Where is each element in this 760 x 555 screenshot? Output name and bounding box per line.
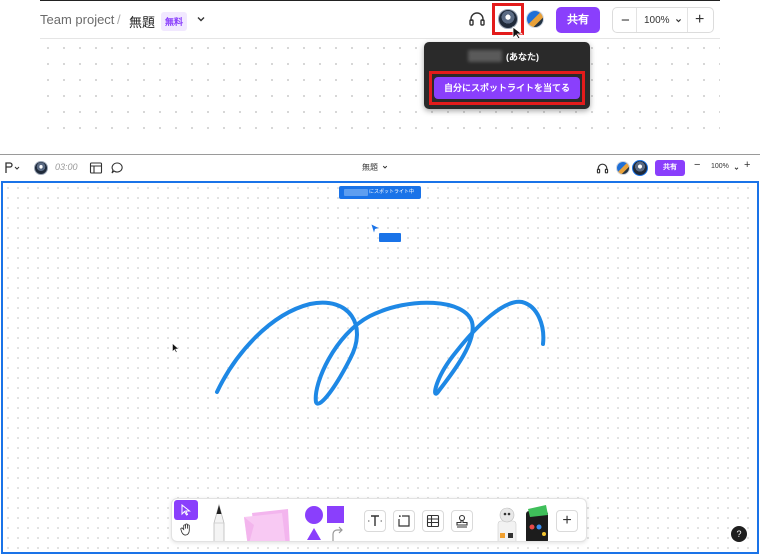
you-label: (あなた) bbox=[506, 52, 539, 62]
drawn-stroke-layer bbox=[215, 299, 546, 406]
file-title[interactable]: 無題 bbox=[129, 12, 155, 31]
whiteboard-app: 03:00 無題 共有 − 100% + にスポットライト中 + ? bbox=[0, 154, 760, 555]
more-tools-button[interactable]: + bbox=[556, 510, 578, 532]
table-icon bbox=[426, 514, 440, 528]
header-divider bbox=[40, 38, 720, 39]
breadcrumb-separator: / bbox=[117, 12, 121, 27]
divider bbox=[40, 0, 720, 1]
creation-toolbar: + bbox=[171, 498, 587, 542]
divider bbox=[636, 8, 637, 32]
zoom-in-button[interactable]: + bbox=[695, 11, 704, 29]
table-tool-button[interactable] bbox=[422, 510, 444, 532]
text-icon bbox=[368, 515, 382, 526]
zoom-control: − 100% + bbox=[612, 7, 714, 33]
share-button[interactable]: 共有 bbox=[556, 7, 600, 33]
cursor-icon bbox=[181, 504, 191, 516]
plan-badge: 無料 bbox=[161, 12, 188, 31]
help-button[interactable]: ? bbox=[731, 526, 747, 542]
sticky-note-tool-button[interactable] bbox=[242, 503, 294, 542]
divider bbox=[687, 8, 688, 32]
user-popup: (あなた) 自分にスポットライトを当てる bbox=[424, 42, 590, 109]
team-breadcrumb[interactable]: Team project bbox=[40, 12, 114, 27]
blurred-username bbox=[468, 50, 502, 62]
spotlight-me-button[interactable]: 自分にスポットライトを当てる bbox=[434, 77, 580, 99]
zoom-level[interactable]: 100% bbox=[644, 15, 670, 26]
shapes-tool-button[interactable] bbox=[302, 503, 350, 542]
hand-icon[interactable] bbox=[180, 523, 193, 536]
text-tool-button[interactable] bbox=[364, 510, 386, 532]
stamp-tool-button[interactable] bbox=[451, 510, 473, 532]
canvas-grid bbox=[40, 40, 720, 140]
zoomed-header-capture: Team project / 無題 無料 共有 − 100% + (あなた) 自… bbox=[0, 0, 760, 150]
widgets-tool-button[interactable] bbox=[494, 501, 554, 542]
headset-icon[interactable] bbox=[468, 10, 486, 28]
pen-tool-button[interactable] bbox=[204, 501, 234, 542]
collaborator-avatar[interactable] bbox=[526, 10, 544, 28]
freehand-stroke[interactable] bbox=[215, 299, 546, 406]
zoom-out-button[interactable]: − bbox=[621, 12, 630, 29]
select-tool-button[interactable] bbox=[174, 500, 198, 520]
frame-icon bbox=[398, 515, 410, 527]
chevron-down-icon[interactable] bbox=[196, 14, 206, 24]
stamp-icon bbox=[456, 514, 468, 528]
chevron-down-icon[interactable] bbox=[675, 17, 682, 24]
frame-tool-button[interactable] bbox=[393, 510, 415, 532]
